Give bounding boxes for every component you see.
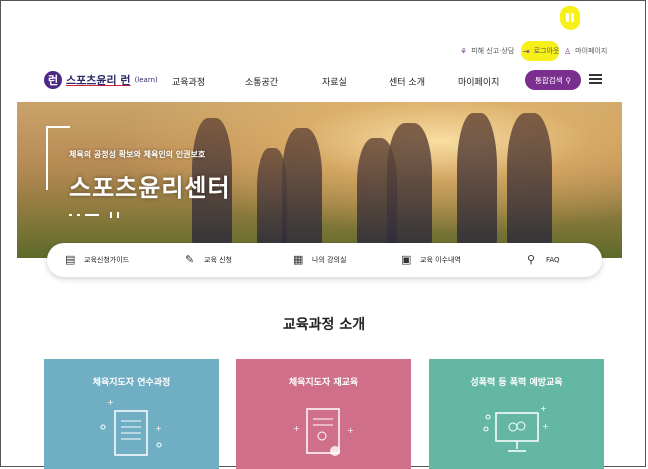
quick-classroom-label: 나의 강의실	[312, 255, 347, 264]
hero-frame-decoration	[46, 126, 70, 190]
user-icon: ♙	[564, 46, 572, 56]
mypage-label: 마이페이지	[575, 47, 608, 55]
mypage-link[interactable]: ♙ 마이페이지	[564, 44, 607, 58]
nav-courses[interactable]: 교육과정	[172, 75, 205, 88]
search-label: 통합검색	[534, 75, 563, 85]
quick-apply[interactable]: ✎ 교육 신청	[185, 253, 232, 266]
hero-pager[interactable]	[69, 212, 119, 218]
course-card-violence-prevention[interactable]: 성폭력 등 폭력 예방교육 + +	[429, 359, 604, 469]
quick-history[interactable]: ▣ 교육 이수내역	[401, 253, 461, 266]
runner-image	[457, 113, 497, 248]
quick-classroom[interactable]: ▦ 나의 강의실	[293, 253, 346, 266]
nav-about[interactable]: 센터 소개	[389, 75, 425, 88]
report-label: 피해 신고·상담	[471, 47, 515, 55]
svg-text:+: +	[540, 404, 547, 413]
quick-menu: ▤ 교육신청가이드 ✎ 교육 신청 ▦ 나의 강의실 ▣ 교육 이수내역 ⚲ F…	[47, 243, 602, 277]
report-icon: ⚘	[460, 46, 468, 56]
hero-banner: 체육의 공정성 확보와 체육인의 인권보호 스포츠윤리센터	[17, 102, 622, 258]
certificate-icon: + +	[293, 408, 354, 456]
guide-icon: ▤	[65, 253, 76, 266]
svg-text:+: +	[107, 399, 114, 407]
section-title: 교육과정 소개	[282, 317, 366, 333]
nav-mypage[interactable]: 마이페이지	[458, 75, 499, 88]
card-title: 체육지도자 재교육	[288, 378, 359, 388]
quick-faq[interactable]: ⚲ FAQ	[527, 253, 560, 266]
course-card-coach-retraining[interactable]: 체육지도자 재교육 + +	[236, 359, 411, 469]
logo-sub: (learn)	[134, 76, 158, 84]
logout-link[interactable]: ⇥ 로그아웃	[523, 44, 559, 58]
history-icon: ▣	[401, 253, 412, 266]
runner-image	[282, 128, 322, 248]
classroom-icon: ▦	[293, 253, 304, 266]
menu-icon[interactable]	[589, 74, 602, 84]
logo-text: 스포츠윤리 런	[66, 74, 131, 87]
hero-title: 스포츠윤리센터	[69, 174, 231, 202]
integrated-search-button[interactable]: 통합검색 ⚲	[525, 70, 581, 90]
svg-text:+: +	[542, 422, 549, 431]
runner-image	[507, 113, 552, 248]
logo-mark: 런	[44, 71, 62, 89]
logout-label: 로그아웃	[533, 47, 560, 55]
quick-faq-label: FAQ	[546, 255, 560, 264]
quick-guide[interactable]: ▤ 교육신청가이드	[65, 253, 129, 266]
monitor-icon: + +	[483, 404, 549, 452]
svg-text:+: +	[293, 424, 300, 433]
nav-community[interactable]: 소통공간	[245, 75, 278, 88]
svg-text:+: +	[347, 426, 354, 435]
card-title: 체육지도자 연수과정	[92, 378, 171, 388]
hero-subtitle: 체육의 공정성 확보와 체육인의 인권보호	[69, 150, 206, 159]
runner-image	[387, 123, 432, 248]
search-icon: ⚲	[565, 75, 572, 85]
course-card-coach-training[interactable]: 체육지도자 연수과정 + +	[44, 359, 219, 469]
document-icon: + +	[100, 399, 162, 456]
report-link[interactable]: ⚘ 피해 신고·상담	[460, 44, 514, 58]
nav-resources[interactable]: 자료실	[322, 75, 347, 88]
quick-apply-label: 교육 신청	[204, 255, 232, 264]
apply-icon: ✎	[185, 253, 195, 266]
logout-icon: ⇥	[523, 46, 530, 56]
site-logo[interactable]: 런 스포츠윤리 런 (learn)	[44, 71, 158, 89]
faq-icon: ⚲	[527, 253, 536, 266]
annotation-marker-icon	[560, 6, 580, 30]
quick-history-label: 교육 이수내역	[420, 255, 461, 264]
quick-guide-label: 교육신청가이드	[84, 255, 130, 264]
svg-text:+: +	[155, 424, 162, 433]
card-title: 성폭력 등 폭력 예방교육	[470, 378, 563, 388]
